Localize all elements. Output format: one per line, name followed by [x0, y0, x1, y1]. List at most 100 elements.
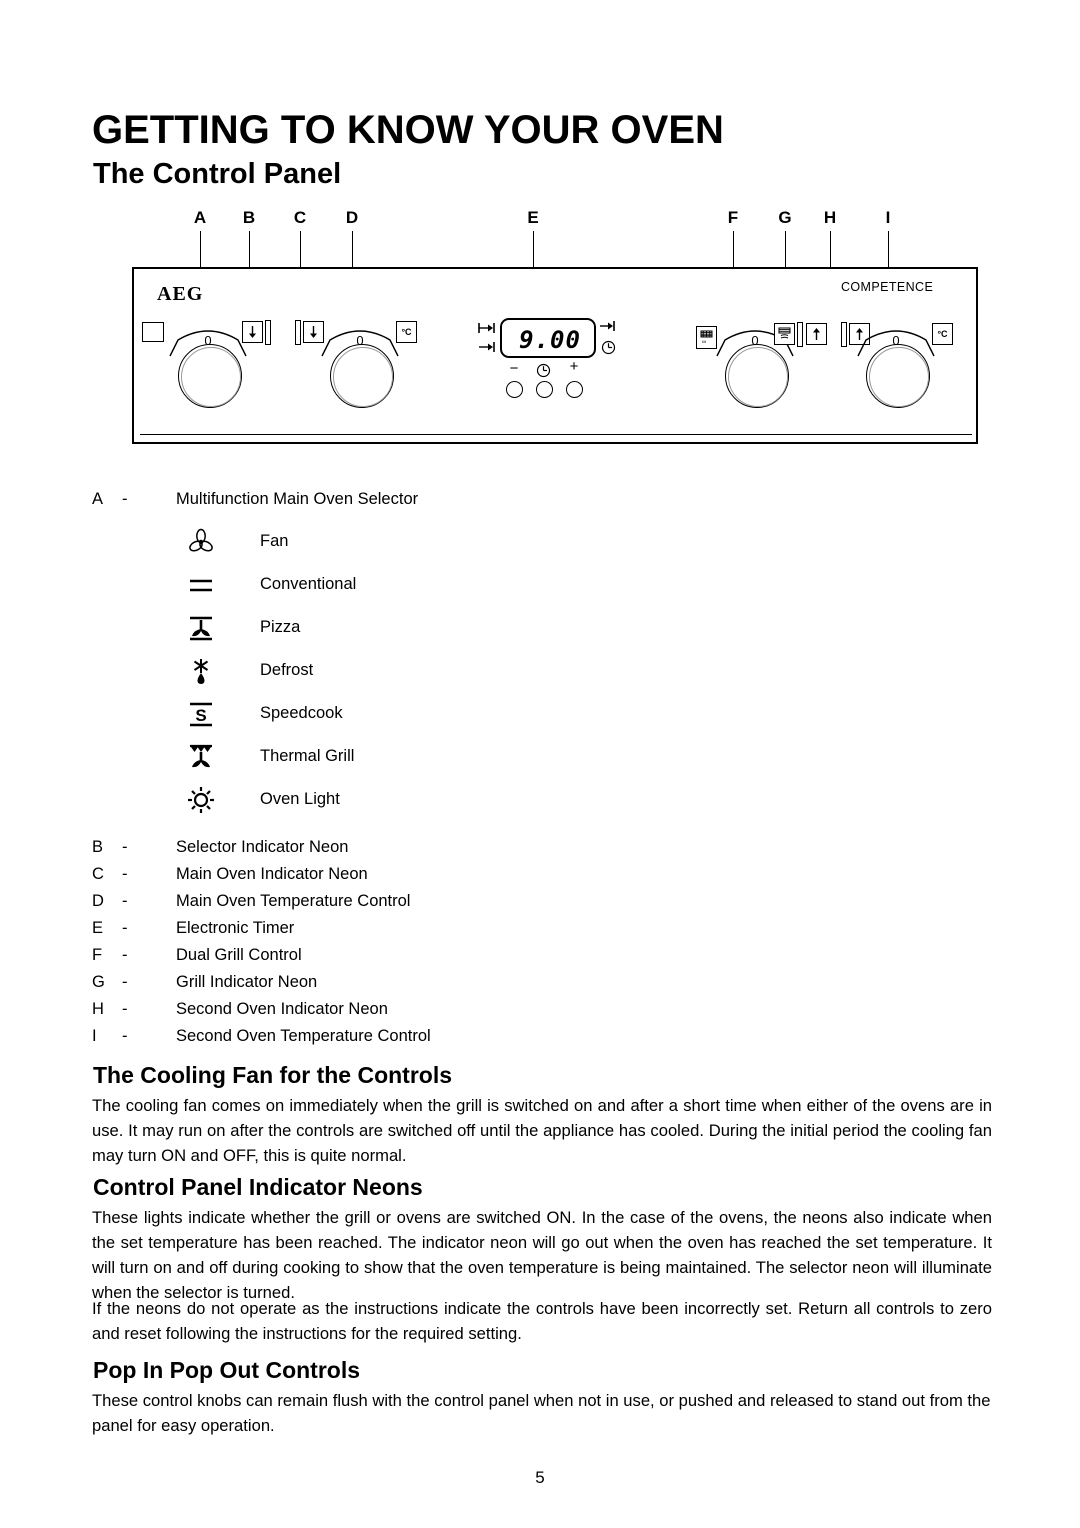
legend-dash: - — [122, 1000, 128, 1018]
pictogram-dual-grill: ∞ — [696, 326, 717, 349]
legend-row-d: D - Main Oven Temperature Control — [92, 891, 410, 911]
legend-letter: B — [92, 838, 104, 856]
speedcook-icon: S — [178, 694, 224, 734]
callout-letter-d: D — [345, 208, 359, 227]
clock-icon — [536, 363, 551, 378]
section-heading-control-panel: The Control Panel — [93, 158, 342, 190]
range-name-label: COMPETENCE — [841, 280, 934, 294]
timer-plus-label: + — [569, 358, 579, 375]
timer-clock-button-icon — [536, 363, 551, 381]
callout-letter-b: B — [242, 208, 256, 227]
legend-dash: - — [122, 946, 128, 964]
legend-letter: F — [92, 946, 103, 964]
electronic-timer-display: 9.00 — [500, 318, 596, 358]
clock-symbol-icon — [601, 340, 616, 358]
legend-text: Grill Indicator Neon — [176, 973, 318, 991]
conventional-icon — [178, 565, 224, 605]
legend-dash: - — [122, 838, 128, 856]
legend-dash: - — [122, 892, 128, 910]
blank-selector-box — [142, 322, 164, 342]
legend-row-g: G - Grill Indicator Neon — [92, 972, 317, 992]
thermal-grill-icon — [178, 737, 224, 777]
legend-row-c: C - Main Oven Indicator Neon — [92, 864, 368, 884]
legend-letter: A — [92, 490, 104, 508]
heading-pop-in-pop-out: Pop In Pop Out Controls — [93, 1357, 361, 1383]
minute-minder-icon — [599, 320, 617, 335]
neon-indicator-b — [265, 320, 271, 345]
callout-letter-e: E — [527, 208, 539, 227]
paragraph-indicator-neons-2: If the neons do not operate as the instr… — [92, 1299, 992, 1343]
down-arrow-icon — [249, 326, 256, 338]
legend-letter: I — [92, 1027, 97, 1045]
legend-letter: E — [92, 919, 104, 937]
legend-letter: C — [92, 865, 104, 883]
symbol-label: Fan — [260, 532, 289, 550]
legend-row-i: I - Second Oven Temperature Control — [92, 1026, 431, 1046]
fan-grill-icon — [778, 327, 791, 339]
svg-text:∞: ∞ — [702, 340, 706, 346]
legend-row-a: A - Multifunction Main Oven Selector — [92, 489, 418, 509]
paragraph-indicator-neons-1: These lights indicate whether the grill … — [92, 1208, 992, 1302]
timer-clock-button[interactable] — [536, 381, 553, 398]
callout-letter-i: I — [885, 208, 891, 227]
legend-text: Second Oven Indicator Neon — [176, 1000, 388, 1018]
legend-dash: - — [122, 973, 128, 991]
legend-text: Second Oven Temperature Control — [176, 1027, 431, 1045]
knob-body-shadow — [869, 347, 929, 407]
fan-icon — [178, 522, 224, 562]
knob-body-shadow — [333, 347, 393, 407]
page-number: 5 — [535, 1468, 545, 1487]
page-title: GETTING TO KNOW YOUR OVEN — [92, 108, 724, 152]
symbol-label: Pizza — [260, 618, 301, 636]
knob-body-shadow — [181, 347, 241, 407]
legend-dash: - — [122, 490, 128, 508]
legend-letter: H — [92, 1000, 104, 1018]
pictogram-degrees-celsius-second: °C — [932, 323, 953, 345]
timer-value: 9.00 — [519, 326, 581, 354]
legend-text: Multifunction Main Oven Selector — [176, 490, 419, 508]
panel-bottom-line — [140, 434, 972, 435]
timer-plus-button[interactable] — [566, 381, 583, 398]
heading-indicator-neons: Control Panel Indicator Neons — [93, 1174, 423, 1200]
knob-body-shadow — [728, 347, 788, 407]
grill-element-icon: ∞ — [700, 330, 713, 345]
paragraph-cooling-fan: The cooling fan comes on immediately whe… — [92, 1096, 992, 1165]
callout-letter-f: F — [727, 208, 739, 227]
timer-minus-label: − — [509, 360, 519, 377]
symbol-label: Speedcook — [260, 704, 343, 722]
legend-letter: D — [92, 892, 104, 910]
neon-indicator-h — [841, 322, 847, 347]
manual-page: GETTING TO KNOW YOUR OVEN The Control Pa… — [0, 0, 1080, 1528]
legend-row-f: F - Dual Grill Control — [92, 945, 302, 965]
legend-dash: - — [122, 919, 128, 937]
legend-dash: - — [122, 865, 128, 883]
neon-indicator-g — [797, 322, 803, 347]
callout-letter-c: C — [293, 208, 307, 227]
callout-letter-g: G — [778, 208, 792, 227]
symbol-label: Defrost — [260, 661, 314, 679]
pizza-icon — [178, 608, 224, 648]
neon-indicator-c — [295, 320, 301, 345]
end-arrow-icon — [600, 321, 615, 331]
symbol-label: Oven Light — [260, 790, 340, 808]
defrost-icon — [178, 651, 224, 691]
up-arrow-icon — [813, 328, 820, 340]
symbol-label: Thermal Grill — [260, 747, 355, 765]
clock-icon — [601, 340, 616, 355]
heading-cooling-fan: The Cooling Fan for the Controls — [93, 1062, 453, 1088]
pictogram-degrees-celsius-main: °C — [396, 321, 417, 343]
down-arrow-icon — [310, 326, 317, 338]
legend-text: Electronic Timer — [176, 919, 295, 937]
legend-dash: - — [122, 1027, 128, 1045]
oven-light-icon — [178, 780, 224, 820]
timer-minus-button[interactable] — [506, 381, 523, 398]
legend-text: Main Oven Indicator Neon — [176, 865, 368, 883]
end-time-icon — [478, 341, 496, 356]
end-time-arrow-icon — [479, 342, 495, 352]
legend-row-b: B - Selector Indicator Neon — [92, 837, 348, 857]
legend-row-e: E - Electronic Timer — [92, 918, 294, 938]
symbol-label: Conventional — [260, 575, 357, 593]
legend-row-h: H - Second Oven Indicator Neon — [92, 999, 388, 1019]
pictogram-down-arrow-selector — [242, 321, 263, 343]
cook-duration-icon — [478, 322, 496, 337]
